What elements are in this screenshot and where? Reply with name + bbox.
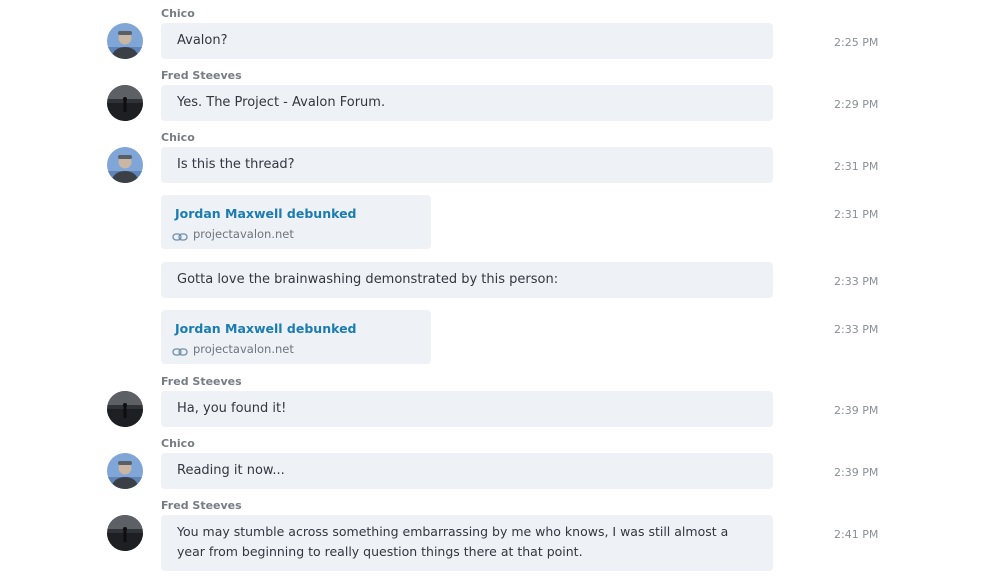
message-timestamp: 2:41 PM [834,528,879,541]
message-timestamp: 2:29 PM [834,98,879,111]
avatar-fred-steeves-icon[interactable] [107,515,143,551]
message-bubble[interactable]: You may stumble across something embarra… [161,515,773,571]
link-preview-domain: projectavalon.net [193,227,294,241]
message-timestamp: 2:33 PM [834,323,879,336]
chat-conversation: Chico Avalon? 2:25 PM Fred Steeves Yes. … [0,0,984,579]
message-bubble[interactable]: Avalon? [161,23,773,59]
message-bubble[interactable]: Ha, you found it! [161,391,773,427]
sender-name: Chico [161,7,195,20]
avatar-chico-icon[interactable] [107,147,143,183]
message-text: Avalon? [177,33,228,48]
link-preview-domain: projectavalon.net [193,342,294,356]
avatar-fred-steeves-icon[interactable] [107,85,143,121]
link-icon [172,343,188,356]
avatar-chico-icon[interactable] [107,23,143,59]
link-preview-title[interactable]: Jordan Maxwell debunked [175,206,357,221]
link-preview-card[interactable]: Jordan Maxwell debunked projectavalon.ne… [161,195,431,249]
message-text: Gotta love the brainwashing demonstrated… [177,272,559,287]
message-bubble[interactable]: Yes. The Project - Avalon Forum. [161,85,773,121]
link-preview-title[interactable]: Jordan Maxwell debunked [175,321,357,336]
avatar-fred-steeves-icon[interactable] [107,391,143,427]
message-timestamp: 2:39 PM [834,466,879,479]
sender-name: Fred Steeves [161,375,242,388]
message-bubble[interactable]: Is this the thread? [161,147,773,183]
message-timestamp: 2:31 PM [834,208,879,221]
link-icon [172,228,188,241]
message-bubble[interactable]: Gotta love the brainwashing demonstrated… [161,262,773,298]
message-text: Reading it now... [177,463,285,478]
message-text: Yes. The Project - Avalon Forum. [177,95,386,110]
sender-name: Fred Steeves [161,69,242,82]
message-bubble[interactable]: Reading it now... [161,453,773,489]
sender-name: Chico [161,437,195,450]
sender-name: Chico [161,131,195,144]
avatar-chico-icon[interactable] [107,453,143,489]
message-text: Is this the thread? [177,157,295,172]
message-text: You may stumble across something embarra… [177,524,729,559]
message-timestamp: 2:33 PM [834,275,879,288]
sender-name: Fred Steeves [161,499,242,512]
message-timestamp: 2:25 PM [834,36,879,49]
message-text: Ha, you found it! [177,401,287,416]
message-timestamp: 2:39 PM [834,404,879,417]
link-preview-card[interactable]: Jordan Maxwell debunked projectavalon.ne… [161,310,431,364]
message-timestamp: 2:31 PM [834,160,879,173]
